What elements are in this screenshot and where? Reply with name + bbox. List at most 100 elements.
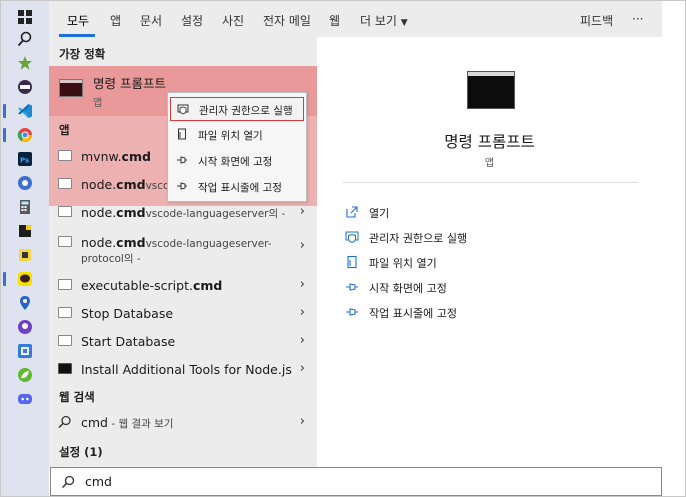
result-name: node. xyxy=(81,177,117,192)
result-row-executable-script[interactable]: executable-script.cmd › xyxy=(49,271,317,299)
web-result-text: cmd - 웹 결과 보기 xyxy=(81,415,173,431)
context-pin-start[interactable]: 시작 화면에 고정 xyxy=(170,149,304,173)
file-location-icon xyxy=(345,255,359,269)
chevron-down-icon: ▼ xyxy=(400,18,408,28)
discord-icon[interactable] xyxy=(15,389,35,409)
kakaotalk-icon[interactable] xyxy=(15,269,35,289)
chevron-right-icon[interactable]: › xyxy=(300,305,305,320)
cmd-file-icon xyxy=(58,236,72,247)
section-best-match: 가장 정확 xyxy=(59,47,106,61)
app-yellow-icon[interactable] xyxy=(15,245,35,265)
photoshop-icon[interactable]: Ps xyxy=(15,149,35,169)
tab-photos[interactable]: 사진 xyxy=(222,12,244,29)
tab-all[interactable]: 모두 xyxy=(67,12,89,29)
web-result-row[interactable]: cmd - 웹 결과 보기 › xyxy=(49,408,317,436)
result-row-stop-database[interactable]: Stop Database › xyxy=(49,299,317,327)
maps-icon[interactable] xyxy=(15,293,35,313)
context-run-as-admin[interactable]: 관리자 권한으로 실행 xyxy=(170,97,304,121)
chrome-icon[interactable] xyxy=(15,125,35,145)
active-tab-indicator xyxy=(59,34,95,37)
app-green-icon[interactable] xyxy=(15,53,35,73)
chevron-right-icon[interactable]: › xyxy=(300,361,305,376)
calculator-icon[interactable] xyxy=(15,197,35,217)
outer-margin xyxy=(662,1,685,496)
result-path: vscode-languageserver- xyxy=(145,238,272,250)
result-name: Install Additional Tools for Node.js xyxy=(81,362,292,377)
result-text: executable-script.cmd xyxy=(81,278,222,293)
result-name: Stop Database xyxy=(81,306,174,321)
context-item-label: 작업 표시줄에 고정 xyxy=(198,182,282,194)
github-icon[interactable] xyxy=(15,317,35,337)
web-result-suffix: - 웹 결과 보기 xyxy=(107,418,174,430)
cmd-file-icon xyxy=(58,335,72,346)
result-match: cmd xyxy=(116,235,146,250)
console-icon xyxy=(58,363,72,374)
file-location-icon xyxy=(176,128,188,140)
context-item-label: 시작 화면에 고정 xyxy=(198,156,273,168)
result-row-node-3[interactable]: node.cmdvscode-languageserver- protocol의… xyxy=(49,228,317,266)
windows-start-icon[interactable] xyxy=(15,7,35,27)
sticky-notes-icon[interactable] xyxy=(15,221,35,241)
detail-title: 명령 프롬프트 xyxy=(444,133,535,151)
spring-icon[interactable] xyxy=(15,365,35,385)
shield-icon xyxy=(177,103,189,115)
taskbar: Ps xyxy=(1,1,49,496)
pin-icon xyxy=(176,180,188,192)
tab-email[interactable]: 전자 메일 xyxy=(263,12,311,29)
active-app-marker xyxy=(3,272,6,286)
tab-settings[interactable]: 설정 xyxy=(181,12,203,29)
vscode-icon[interactable] xyxy=(15,101,35,121)
svg-text:Ps: Ps xyxy=(20,157,29,165)
chevron-right-icon[interactable]: › xyxy=(300,238,305,253)
tab-apps[interactable]: 앱 xyxy=(110,12,121,29)
result-row-install-tools[interactable]: Install Additional Tools for Node.js › xyxy=(49,355,317,383)
result-row-start-database[interactable]: Start Database › xyxy=(49,327,317,355)
result-row-node-2[interactable]: node.cmdvscode-languageserver의 - › xyxy=(49,198,317,226)
context-pin-taskbar[interactable]: 작업 표시줄에 고정 xyxy=(170,175,304,199)
action-label: 시작 화면에 고정 xyxy=(369,282,447,295)
section-settings: 설정 (1) xyxy=(59,445,103,459)
command-prompt-icon xyxy=(467,71,515,109)
cmd-file-icon xyxy=(58,279,72,290)
context-menu: 관리자 권한으로 실행 파일 위치 열기 시작 화면에 고정 작업 표시줄에 고… xyxy=(167,92,307,202)
chevron-right-icon[interactable]: › xyxy=(300,333,305,348)
chevron-right-icon[interactable]: › xyxy=(300,414,305,429)
detail-subtitle: 앱 xyxy=(484,158,495,169)
feedback-button[interactable]: 피드백 xyxy=(580,12,613,29)
app-dark-icon[interactable] xyxy=(15,77,35,97)
app-blue-icon[interactable] xyxy=(15,173,35,193)
context-open-location[interactable]: 파일 위치 열기 xyxy=(170,123,304,147)
best-match-icon xyxy=(59,79,83,97)
best-match-subtitle: 앱 xyxy=(93,98,103,109)
chevron-right-icon[interactable]: › xyxy=(300,204,305,219)
result-text: mvnw.cmd xyxy=(81,149,151,164)
section-web-search: 웹 검색 xyxy=(59,390,95,404)
action-label: 파일 위치 열기 xyxy=(369,257,437,270)
section-apps: 앱 xyxy=(59,123,70,137)
search-icon[interactable] xyxy=(15,29,35,49)
web-result-query: cmd xyxy=(81,415,108,430)
shield-icon xyxy=(345,230,359,244)
tab-more[interactable]: 더 보기 ▼ xyxy=(360,12,408,29)
result-match: cmd xyxy=(116,177,146,192)
result-name: mvnw. xyxy=(81,149,122,164)
search-input[interactable]: cmd xyxy=(85,474,112,489)
result-match: cmd xyxy=(116,205,146,220)
more-options-button[interactable]: ··· xyxy=(632,12,643,26)
open-icon xyxy=(345,205,359,219)
result-name: Start Database xyxy=(81,334,176,349)
tab-documents[interactable]: 문서 xyxy=(140,12,162,29)
pin-icon xyxy=(345,280,359,294)
action-label: 작업 표시줄에 고정 xyxy=(369,307,457,320)
result-name: executable-script. xyxy=(81,278,193,293)
cmd-file-icon xyxy=(58,206,72,217)
detail-divider xyxy=(343,182,638,183)
result-path: vscode-languageserver의 - xyxy=(145,208,286,220)
app-blue-square-icon[interactable] xyxy=(15,341,35,361)
best-match-title: 명령 프롬프트 xyxy=(93,76,166,91)
search-box[interactable]: cmd xyxy=(50,467,662,496)
result-name: node. xyxy=(81,205,117,220)
chevron-right-icon[interactable]: › xyxy=(300,277,305,292)
tab-web[interactable]: 웹 xyxy=(329,12,340,29)
active-app-marker xyxy=(3,128,6,142)
